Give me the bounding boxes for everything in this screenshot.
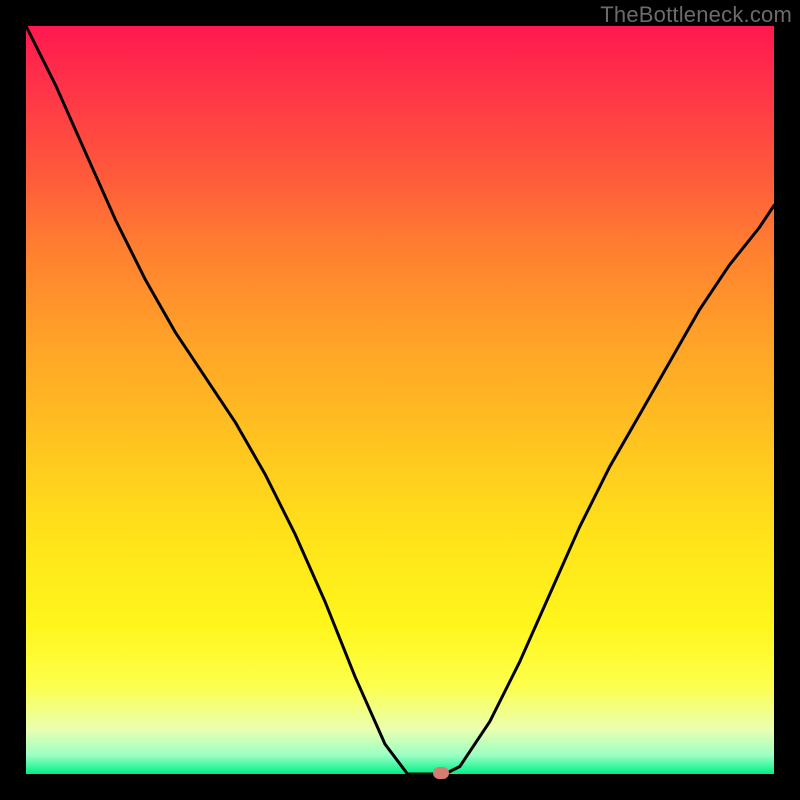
chart-frame: TheBottleneck.com — [0, 0, 800, 800]
watermark-text: TheBottleneck.com — [600, 2, 792, 28]
optimum-marker — [433, 767, 449, 779]
bottleneck-curve — [26, 26, 774, 774]
plot-area — [26, 26, 774, 774]
